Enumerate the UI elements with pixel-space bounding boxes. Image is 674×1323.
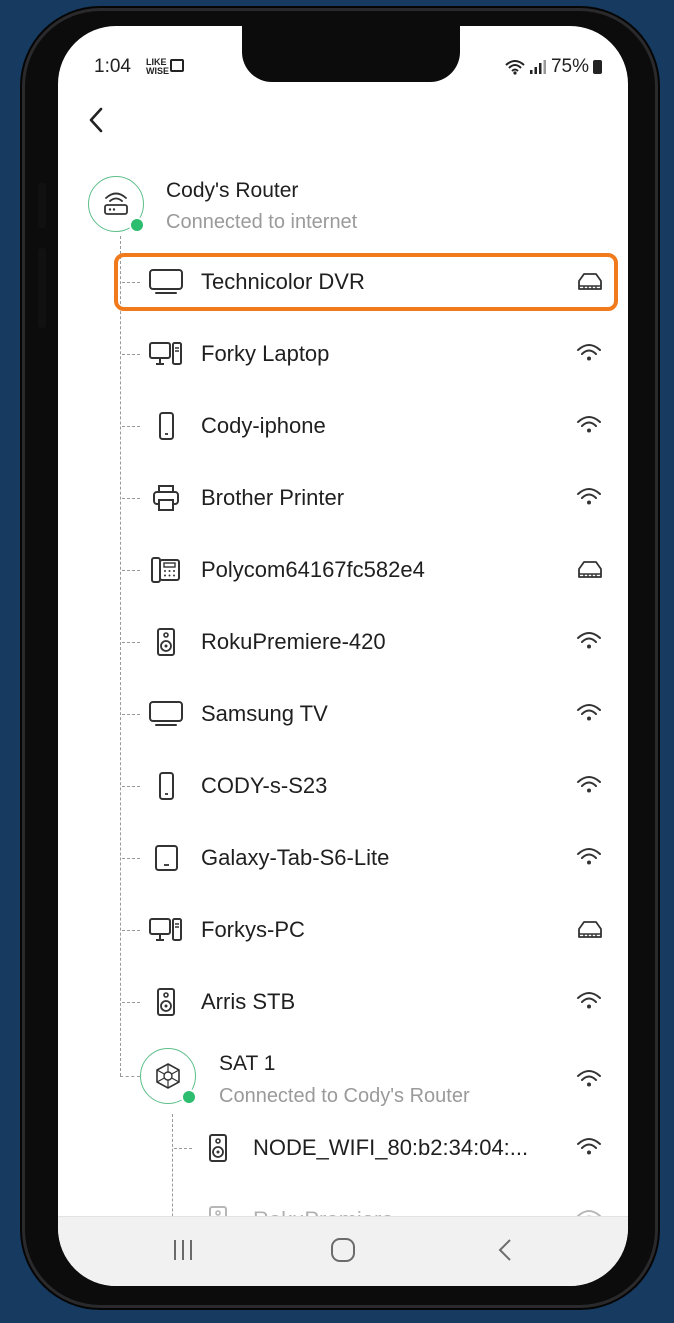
status-app-tag: LIKE WISE (146, 57, 170, 76)
device-name: Technicolor DVR (201, 269, 365, 294)
tree-branch (122, 498, 140, 499)
wifi-icon (576, 1068, 602, 1095)
home-icon (331, 1238, 355, 1262)
signal-icon (529, 60, 546, 74)
home-button[interactable] (330, 1237, 356, 1268)
desk-phone-icon (148, 556, 184, 589)
wifi-icon (576, 702, 602, 729)
ethernet-icon (576, 918, 604, 945)
speaker-icon (200, 1134, 236, 1167)
device-name: Galaxy-Tab-S6-Lite (201, 845, 390, 870)
ethernet-icon (576, 270, 604, 297)
device-row[interactable]: Arris STB (58, 974, 628, 1030)
chevron-left-icon (89, 107, 103, 133)
tv-icon (148, 268, 184, 301)
online-status-dot (129, 217, 145, 233)
tree-branch (122, 282, 140, 283)
router-name: Cody's Router (166, 179, 299, 202)
device-name: Forky Laptop (201, 341, 330, 366)
device-row[interactable]: Brother Printer (58, 470, 628, 526)
tree-branch (122, 786, 140, 787)
device-name: NODE_WIFI_80:b2:34:04:... (253, 1135, 529, 1160)
phone-button (38, 183, 46, 228)
device-name: Forkys-PC (201, 917, 305, 942)
satellite-hub[interactable] (140, 1048, 197, 1105)
speaker-icon (148, 988, 184, 1021)
device-row[interactable]: Forkys-PC (58, 902, 628, 958)
tree-branch (122, 426, 140, 427)
wifi-icon (576, 342, 602, 369)
gallery-icon (170, 59, 184, 72)
satellite-status: Connected to Cody's Router (219, 1085, 470, 1107)
device-name: CODY-s-S23 (201, 773, 328, 798)
app-screen: 1:04 LIKE WISE 75% Cody's Router Connect… (58, 26, 628, 1286)
tablet-icon (148, 844, 184, 877)
nav-back-button[interactable] (496, 1237, 514, 1268)
wifi-icon (576, 846, 602, 873)
device-row[interactable]: Polycom64167fc582e4 (58, 542, 628, 598)
device-row[interactable]: CODY-s-S23 (58, 758, 628, 814)
wifi-icon (576, 1136, 602, 1163)
wifi-icon (576, 414, 602, 441)
device-name: RokuPremiere-420 (201, 629, 386, 654)
computer-icon (148, 916, 184, 949)
recent-apps-button[interactable] (172, 1237, 194, 1268)
speaker-icon (148, 628, 184, 661)
router-hub[interactable] (88, 176, 145, 233)
tree-branch (122, 858, 140, 859)
device-row[interactable]: NODE_WIFI_80:b2:34:04:... (58, 1120, 628, 1176)
device-row[interactable]: Forky Laptop (58, 326, 628, 382)
device-name: Brother Printer (201, 485, 345, 510)
phone-button (38, 248, 46, 328)
wifi-icon (576, 990, 602, 1017)
computer-icon (148, 340, 184, 373)
device-name: Cody-iphone (201, 413, 326, 438)
online-status-dot (181, 1089, 197, 1105)
wifi-icon (576, 486, 602, 513)
device-row[interactable]: Cody-iphone (58, 398, 628, 454)
tree-branch (122, 354, 140, 355)
satellite-name: SAT 1 (219, 1052, 276, 1075)
status-indicators: 75% (505, 56, 602, 78)
device-name: Polycom64167fc582e4 (201, 557, 425, 582)
mesh-node-icon (156, 1063, 180, 1089)
wifi-icon (576, 630, 602, 657)
device-row[interactable]: RokuPremiere-420 (58, 614, 628, 670)
tree-branch (122, 642, 140, 643)
tree-branch (122, 570, 140, 571)
phone-icon (148, 412, 184, 445)
phone-icon (148, 772, 184, 805)
device-row[interactable]: Galaxy-Tab-S6-Lite (58, 830, 628, 886)
wifi-icon (576, 774, 602, 801)
tree-line (120, 1076, 140, 1077)
tree-branch (122, 1002, 140, 1003)
chevron-left-icon (498, 1239, 511, 1261)
camera-notch (242, 26, 460, 82)
tree-branch (122, 714, 140, 715)
device-row[interactable]: Samsung TV (58, 686, 628, 742)
tree-branch (122, 930, 140, 931)
battery-icon (593, 60, 602, 74)
printer-icon (148, 484, 184, 517)
tree-branch (174, 1148, 192, 1149)
status-time: 1:04 (94, 56, 131, 77)
device-name: Arris STB (201, 989, 296, 1014)
wifi-status-icon (505, 60, 525, 75)
back-button[interactable] (86, 106, 116, 140)
device-row[interactable]: Technicolor DVR (58, 254, 628, 310)
android-nav-bar (58, 1216, 628, 1286)
router-status: Connected to internet (166, 211, 358, 233)
recent-apps-icon (174, 1240, 192, 1260)
tv-icon (148, 700, 184, 733)
battery-percent: 75% (550, 56, 589, 77)
device-name: Samsung TV (201, 701, 328, 726)
router-icon (104, 192, 128, 215)
ethernet-icon (576, 558, 604, 585)
